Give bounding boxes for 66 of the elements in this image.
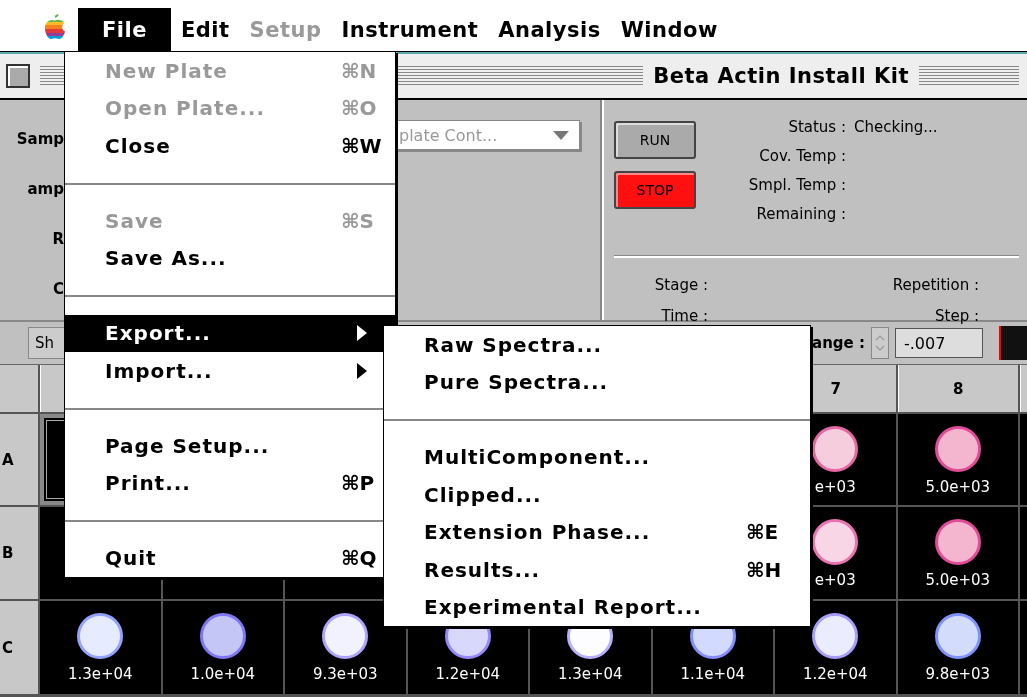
submenu-arrow-icon: [357, 325, 367, 342]
well-value: 1.3e+04: [557, 665, 623, 683]
menu-title[interactable]: Instrument: [331, 8, 489, 51]
stepper-control[interactable]: [871, 327, 889, 359]
well-value: 1.2e+04: [802, 665, 868, 683]
field-label: C: [53, 279, 64, 300]
status-label: Remaining :: [755, 204, 846, 225]
close-button[interactable]: [6, 64, 30, 88]
well-value: 1.3e+04: [67, 665, 133, 683]
field-label: amp: [27, 179, 64, 200]
stop-button[interactable]: STOP: [614, 171, 696, 209]
well-cell[interactable]: 5.0e+03: [897, 414, 1018, 505]
caret-icon: [553, 130, 569, 140]
menu-title[interactable]: Edit: [171, 8, 240, 51]
well-value: 1.0e+04: [190, 665, 256, 683]
menu-title[interactable]: Analysis: [488, 8, 611, 51]
run-button[interactable]: RUN: [614, 121, 696, 159]
apple-logo-icon[interactable]: [44, 13, 66, 40]
well-cell[interactable]: 9.8e+03: [897, 601, 1018, 694]
well-cell[interactable]: 1.0e+04: [162, 601, 283, 694]
well-value: 5.0e+03: [925, 571, 991, 589]
well-cell[interactable]: 1.2e+04: [775, 601, 896, 694]
well-cell[interactable]: 9.3e+03: [285, 601, 406, 694]
row-header[interactable]: B: [0, 507, 38, 599]
repetition-label: Repetition :: [892, 275, 979, 296]
shortcut-label: ⌘Q: [341, 546, 378, 571]
well-value: 9.8e+03: [925, 665, 991, 683]
column-header[interactable]: [1020, 365, 1027, 412]
menu-title[interactable]: File: [78, 8, 171, 51]
well-value: e+03: [814, 571, 856, 589]
well-value: 1.2e+04: [435, 665, 501, 683]
shortcut-label: ⌘O: [341, 96, 378, 121]
shortcut-label: ⌘S: [341, 208, 375, 233]
menu-item[interactable]: Export...: [65, 314, 395, 352]
well-cell[interactable]: [1020, 601, 1027, 694]
menu-item[interactable]: Save As...: [65, 239, 395, 277]
menu-item[interactable]: Close ⌘W: [65, 127, 395, 165]
shortcut-label: ⌘N: [341, 58, 378, 83]
field-label: R: [52, 229, 64, 250]
repetition-label: Step :: [935, 306, 979, 327]
window-title: Beta Actin Install Kit: [653, 64, 909, 88]
well-value: e+03: [814, 478, 856, 496]
submenu-arrow-icon: [357, 362, 367, 379]
well-cell[interactable]: 1.3e+04: [40, 601, 161, 694]
range-label: ange :: [812, 334, 865, 352]
stage-label: Time :: [661, 306, 708, 327]
well-cell[interactable]: [1020, 414, 1027, 505]
well-value: 1.1e+04: [680, 665, 746, 683]
column-header[interactable]: 8: [897, 365, 1018, 412]
shortcut-label: ⌘P: [341, 471, 376, 496]
well-cell[interactable]: 5.0e+03: [897, 507, 1018, 599]
status-label: Smpl. Temp :: [747, 175, 846, 196]
well-value: 5.0e+03: [925, 478, 991, 496]
menu-title[interactable]: Window: [610, 8, 728, 51]
row-header[interactable]: A: [0, 414, 38, 505]
status-label: Status :: [787, 117, 846, 138]
shortcut-label: ⌘W: [341, 133, 383, 158]
color-scale: [999, 326, 1027, 360]
status-value: Checking...: [854, 117, 938, 138]
field-label: Samp: [16, 129, 64, 150]
status-label: Cov. Temp :: [758, 146, 846, 167]
row-header[interactable]: C: [0, 601, 38, 694]
range-field[interactable]: -.007: [895, 328, 983, 358]
well-value: 9.3e+03: [312, 665, 378, 683]
well-cell[interactable]: [1020, 507, 1027, 599]
stage-label: Stage :: [654, 275, 708, 296]
